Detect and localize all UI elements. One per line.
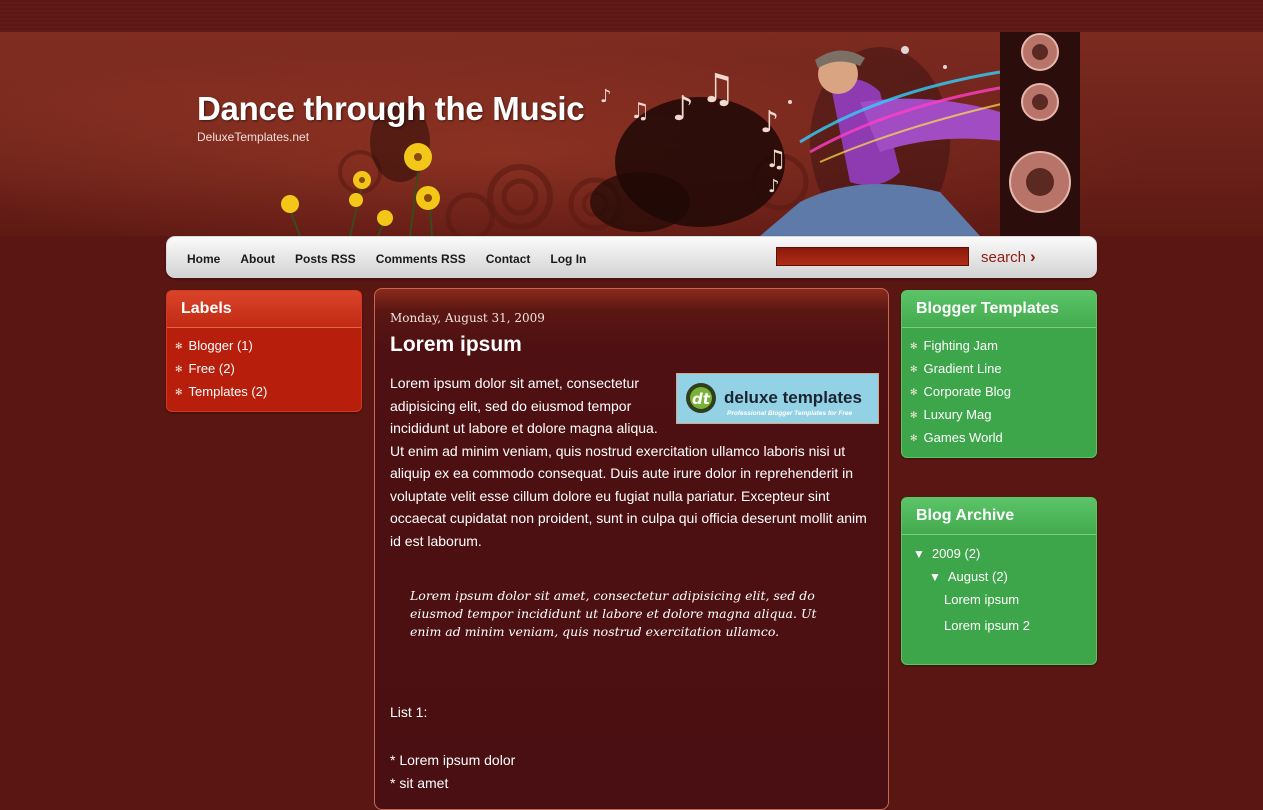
svg-text:♫: ♫ (765, 145, 787, 173)
templates-list: ✻ Fighting Jam ✻ Gradient Line ✻ Corporate … (902, 328, 1096, 449)
blogger-templates-title: Blogger Templates (902, 291, 1096, 328)
list-item: ✻ Free (2) (175, 357, 361, 380)
nav-bar: Home About Posts RSS Comments RSS Contac… (166, 236, 1097, 278)
svg-text:♫: ♫ (700, 66, 736, 112)
site-description: DeluxeTemplates.net (197, 130, 310, 144)
nav-posts-rss[interactable]: Posts RSS (295, 252, 356, 266)
list-item: * Lorem ipsum dolor (390, 752, 516, 768)
labels-widget: Labels ✻ Blogger (1) ✻ Free (2) ✻ Templates… (166, 290, 362, 412)
post-body: Lorem ipsum dolor sit amet, consectetur … (390, 372, 880, 552)
list-item: ✻ Gradient Line (910, 357, 1096, 380)
svg-text:♪: ♪ (600, 86, 612, 107)
svg-text:♪: ♪ (768, 176, 780, 197)
archive-post-row: Lorem ipsum 2 (944, 618, 1030, 633)
label-link-free[interactable]: Free (2) (189, 358, 235, 380)
list-item: ✻ Templates (2) (175, 380, 361, 403)
post-container: Monday, August 31, 2009 Lorem ipsum dt d… (374, 288, 889, 810)
nav-log-in[interactable]: Log In (550, 252, 586, 266)
archive-year-row: ▼ 2009 (2) (913, 546, 980, 561)
list-item: ✻ Corporate Blog (910, 380, 1096, 403)
archive-month-link[interactable]: August (948, 569, 988, 584)
search-button[interactable]: search › (981, 247, 1036, 267)
post-date: Monday, August 31, 2009 (390, 311, 545, 325)
nav-menu: Home About Posts RSS Comments RSS Contac… (187, 237, 606, 277)
nav-about[interactable]: About (240, 252, 275, 266)
svg-text:♫: ♫ (630, 99, 650, 124)
top-band (0, 0, 1263, 32)
archive-month-count: (2) (992, 569, 1008, 584)
header-banner: ♫ ♪ ♪ ♫ ♫ ♪ ♪ Dance through the Music De… (0, 32, 1263, 236)
list-item: ✻ Blogger (1) (175, 334, 361, 357)
post-title[interactable]: Lorem ipsum (390, 333, 522, 357)
template-link-corporate-blog[interactable]: Corporate Blog (924, 381, 1011, 403)
site-title[interactable]: Dance through the Music (197, 90, 585, 128)
labels-list: ✻ Blogger (1) ✻ Free (2) ✻ Templates (2) (167, 328, 361, 403)
blog-archive-title: Blog Archive (902, 498, 1096, 535)
nav-comments-rss[interactable]: Comments RSS (376, 252, 466, 266)
asterisk-bullet-icon: ✻ (910, 409, 918, 420)
list-item: ✻ Games World (910, 426, 1096, 449)
search-button-label: search (981, 248, 1027, 266)
post-list-title: List 1: (390, 704, 428, 720)
asterisk-bullet-icon: ✻ (910, 386, 918, 397)
blog-archive-widget: Blog Archive ▼ 2009 (2) ▼ August (2) Lorem… (901, 497, 1097, 665)
archive-year-count: (2) (964, 546, 981, 561)
list-item: ✻ Fighting Jam (910, 334, 1096, 357)
blogger-templates-widget: Blogger Templates ✻ Fighting Jam ✻ Gradien… (901, 290, 1097, 458)
archive-year-link[interactable]: 2009 (932, 546, 961, 561)
expand-toggle-icon[interactable]: ▼ (913, 547, 925, 561)
list-item: * sit amet (390, 774, 449, 791)
template-link-games-world[interactable]: Games World (924, 427, 1003, 449)
template-link-fighting-jam[interactable]: Fighting Jam (924, 335, 998, 357)
post-blockquote: Lorem ipsum dolor sit amet, consectetur … (410, 588, 817, 639)
search-input[interactable] (776, 247, 969, 266)
archive-post-link[interactable]: Lorem ipsum (944, 592, 1019, 607)
asterisk-bullet-icon: ✻ (175, 363, 183, 374)
archive-post-row: Lorem ipsum (944, 592, 1019, 607)
asterisk-bullet-icon: ✻ (910, 340, 918, 351)
template-link-gradient-line[interactable]: Gradient Line (924, 358, 1002, 380)
archive-month-row: ▼ August (2) (929, 569, 1008, 584)
nav-contact[interactable]: Contact (486, 252, 531, 266)
asterisk-bullet-icon: ✻ (910, 432, 918, 443)
asterisk-bullet-icon: ✻ (175, 340, 183, 351)
chevron-right-icon: › (1030, 247, 1036, 266)
asterisk-bullet-icon: ✻ (175, 386, 183, 397)
svg-text:♪: ♪ (760, 105, 779, 140)
list-item: ✻ Luxury Mag (910, 403, 1096, 426)
template-link-luxury-mag[interactable]: Luxury Mag (924, 404, 992, 426)
asterisk-bullet-icon: ✻ (910, 363, 918, 374)
expand-toggle-icon[interactable]: ▼ (929, 570, 941, 584)
nav-home[interactable]: Home (187, 252, 220, 266)
label-link-blogger[interactable]: Blogger (1) (189, 335, 253, 357)
svg-text:♪: ♪ (672, 89, 694, 129)
label-link-templates[interactable]: Templates (2) (189, 381, 268, 403)
post-list: * Lorem ipsum dolor * sit amet (390, 749, 515, 794)
header-artwork: ♫ ♪ ♪ ♫ ♫ ♪ ♪ (281, 32, 1080, 236)
archive-post-link[interactable]: Lorem ipsum 2 (944, 618, 1030, 633)
labels-widget-title: Labels (167, 291, 361, 328)
